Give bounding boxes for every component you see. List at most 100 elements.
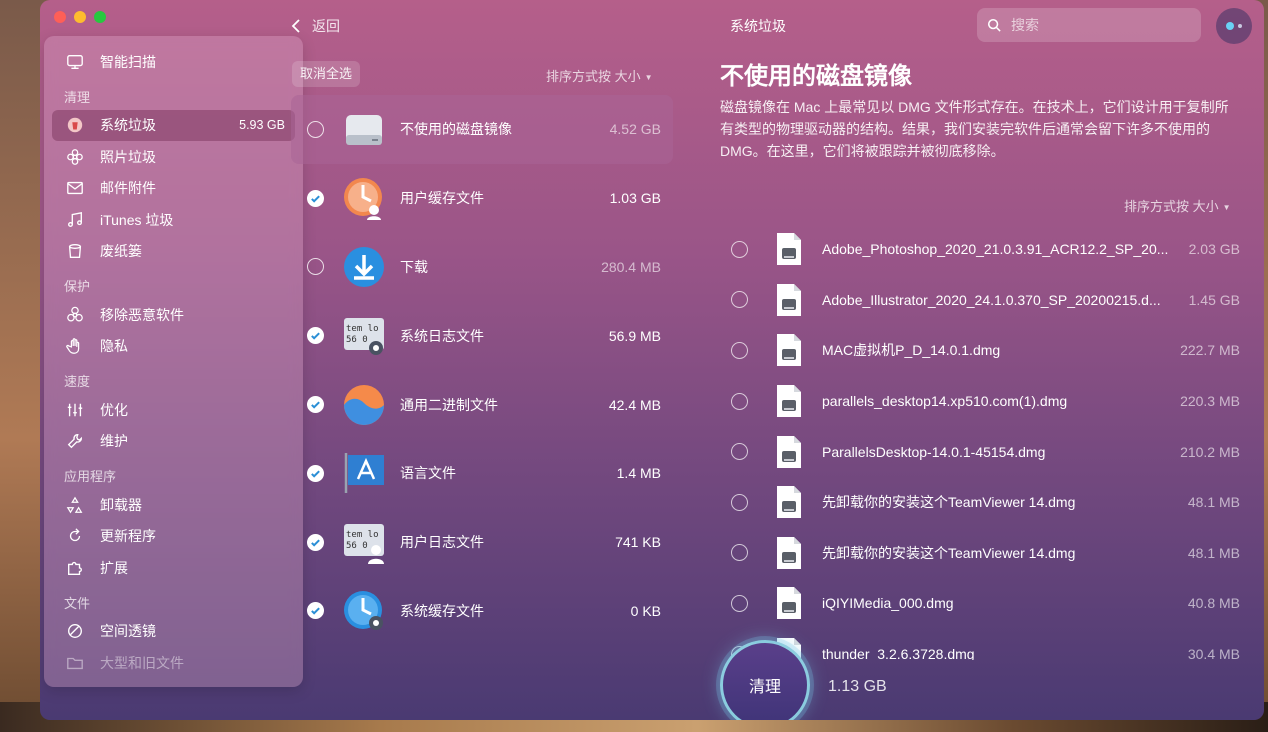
category-name: 系统缓存文件 [400, 602, 484, 619]
close-window-button[interactable] [54, 11, 66, 23]
universal-binary-icon [342, 383, 386, 427]
sidebar-item-hand[interactable]: 隐私 [44, 331, 303, 363]
category-row[interactable]: tem lo 56 0 用户日志文件 741 KB [291, 508, 673, 577]
assistant-button[interactable] [1216, 8, 1252, 44]
file-row[interactable]: iQIYIMedia_000.dmg 40.8 MB [720, 578, 1250, 629]
category-row[interactable]: 通用二进制文件 42.4 MB [291, 370, 673, 439]
file-size: 48.1 MB [1187, 544, 1240, 561]
sidebar-item-uninstall[interactable]: 卸载器 [44, 489, 303, 521]
sidebar-item-flower[interactable]: 照片垃圾 [44, 141, 303, 173]
category-name: 用户日志文件 [400, 534, 484, 551]
clean-button[interactable]: 清理 [720, 640, 810, 720]
file-checkbox[interactable] [731, 291, 748, 309]
file-checkbox[interactable] [731, 594, 748, 612]
window-controls [54, 11, 106, 23]
detail-title: 不使用的磁盘镜像 [720, 63, 912, 90]
caret-down-icon: ▼ [644, 73, 653, 83]
back-button[interactable]: 返回 [290, 16, 340, 36]
category-checkbox[interactable] [307, 258, 324, 276]
category-size: 741 KB [615, 534, 661, 551]
file-name: MAC虚拟机P_D_14.0.1.dmg [822, 342, 1001, 359]
sort-dropdown[interactable]: 排序方式按 大小 ▼ [546, 66, 653, 85]
category-name: 通用二进制文件 [400, 396, 498, 413]
category-size: 1.4 MB [616, 465, 661, 482]
category-size: 280.4 MB [601, 258, 661, 275]
sidebar-item-label: 智能扫描 [100, 53, 156, 70]
sidebar-item-envelope[interactable]: 邮件附件 [44, 173, 303, 205]
bin-icon [64, 240, 86, 262]
category-name: 语言文件 [400, 465, 456, 482]
sidebar-item-puzzle[interactable]: 扩展 [44, 552, 303, 584]
file-row[interactable]: ParallelsDesktop-14.0.1-45154.dmg 210.2 M… [720, 426, 1250, 477]
category-checkbox[interactable] [307, 602, 324, 620]
sidebar-item-trash-can[interactable]: 系统垃圾 5.93 GB [52, 109, 295, 141]
file-sort-dropdown[interactable]: 排序方式按 大小 ▼ [1124, 196, 1231, 215]
update-icon [64, 525, 86, 547]
file-size: 30.4 MB [1187, 646, 1240, 660]
category-checkbox[interactable] [307, 396, 324, 414]
selected-total-size: 1.13 GB [828, 678, 887, 695]
category-row[interactable]: 不使用的磁盘镜像 4.52 GB [291, 95, 673, 164]
file-checkbox[interactable] [731, 493, 748, 511]
file-row[interactable]: MAC虚拟机P_D_14.0.1.dmg 222.7 MB [720, 325, 1250, 376]
sidebar-item-smart-scan[interactable]: 智能扫描 [44, 46, 303, 78]
sidebar-item-label: 移除恶意软件 [100, 306, 184, 323]
category-row[interactable]: 用户缓存文件 1.03 GB [291, 164, 673, 233]
category-size: 42.4 MB [608, 396, 661, 413]
file-checkbox[interactable] [731, 544, 748, 562]
file-checkbox[interactable] [731, 392, 748, 410]
file-row[interactable]: Adobe_Illustrator_2020_24.1.0.370_SP_202… [720, 275, 1250, 326]
sort-label: 排序方式按 大小 [546, 69, 641, 84]
category-list: 不使用的磁盘镜像 4.52 GB 用户缓存文件 1.03 GB 下载 280.4 MB te… [291, 95, 673, 657]
sidebar-item-lens[interactable]: 空间透镜 [44, 616, 303, 648]
category-checkbox[interactable] [307, 120, 324, 138]
category-row[interactable]: 系统缓存文件 0 KB [291, 577, 673, 646]
file-name: iQIYIMedia_000.dmg [822, 595, 954, 612]
category-row[interactable]: 语言文件 1.4 MB [291, 439, 673, 508]
sidebar-item-label: 优化 [100, 401, 128, 418]
sidebar-item-wrench[interactable]: 维护 [44, 426, 303, 458]
sliders-icon [64, 399, 86, 421]
sidebar-section-title: 保护 [64, 279, 91, 294]
file-row[interactable]: parallels_desktop14.xp510.com(1).dmg 220.… [720, 376, 1250, 427]
sidebar-item-label: 系统垃圾 [100, 117, 156, 134]
file-checkbox[interactable] [731, 341, 748, 359]
system-log-icon: tem lo 56 0 [342, 314, 386, 358]
file-row[interactable]: Adobe_Photoshop_2020_21.0.3.91_ACR12.2_S… [720, 224, 1250, 275]
sidebar-item-sliders[interactable]: 优化 [44, 394, 303, 426]
file-row[interactable]: 先卸载你的安装这个TeamViewer 14.dmg 48.1 MB [720, 528, 1250, 579]
language-flag-icon [342, 451, 386, 495]
file-size: 210.2 MB [1180, 443, 1240, 460]
sidebar-item-size: 5.93 GB [239, 118, 285, 133]
file-row[interactable]: 先卸载你的安装这个TeamViewer 14.dmg 48.1 MB [720, 477, 1250, 528]
svg-text:tem lo: tem lo [346, 530, 379, 540]
sidebar-item-bin[interactable]: 废纸篓 [44, 236, 303, 268]
lens-icon [64, 620, 86, 642]
app-window: 智能扫描 清理 系统垃圾 5.93 GB 照片垃圾 邮件附件 iTunes 垃圾废纸篓保护… [40, 0, 1264, 720]
minimize-window-button[interactable] [74, 11, 86, 23]
sidebar-item-biohazard[interactable]: 移除恶意软件 [44, 299, 303, 331]
file-size: 222.7 MB [1180, 342, 1240, 359]
dmg-file-icon [776, 485, 802, 519]
svg-text:tem lo: tem lo [346, 324, 379, 334]
sidebar-item-label: 废纸篓 [100, 243, 142, 260]
folder-icon [64, 652, 86, 674]
zoom-window-button[interactable] [94, 11, 106, 23]
file-checkbox[interactable] [731, 240, 748, 258]
search-input[interactable] [1011, 17, 1181, 33]
deselect-all-button[interactable]: 取消全选 [292, 61, 361, 87]
category-checkbox[interactable] [307, 327, 324, 345]
sidebar-item-music-note[interactable]: iTunes 垃圾 [44, 204, 303, 236]
search-icon [987, 18, 1001, 32]
category-row[interactable]: tem lo 56 0 系统日志文件 56.9 MB [291, 301, 673, 370]
category-checkbox[interactable] [307, 189, 324, 207]
sidebar-item-folder[interactable]: 大型和旧文件 [44, 647, 303, 679]
file-name: Adobe_Photoshop_2020_21.0.3.91_ACR12.2_S… [822, 241, 1169, 258]
category-checkbox[interactable] [307, 533, 324, 551]
sidebar-item-update[interactable]: 更新程序 [44, 521, 303, 553]
file-checkbox[interactable] [731, 443, 748, 461]
sidebar-section-title: 速度 [64, 374, 91, 389]
search-box[interactable] [977, 8, 1201, 42]
category-checkbox[interactable] [307, 464, 324, 482]
category-row[interactable]: 下载 280.4 MB [291, 233, 673, 302]
